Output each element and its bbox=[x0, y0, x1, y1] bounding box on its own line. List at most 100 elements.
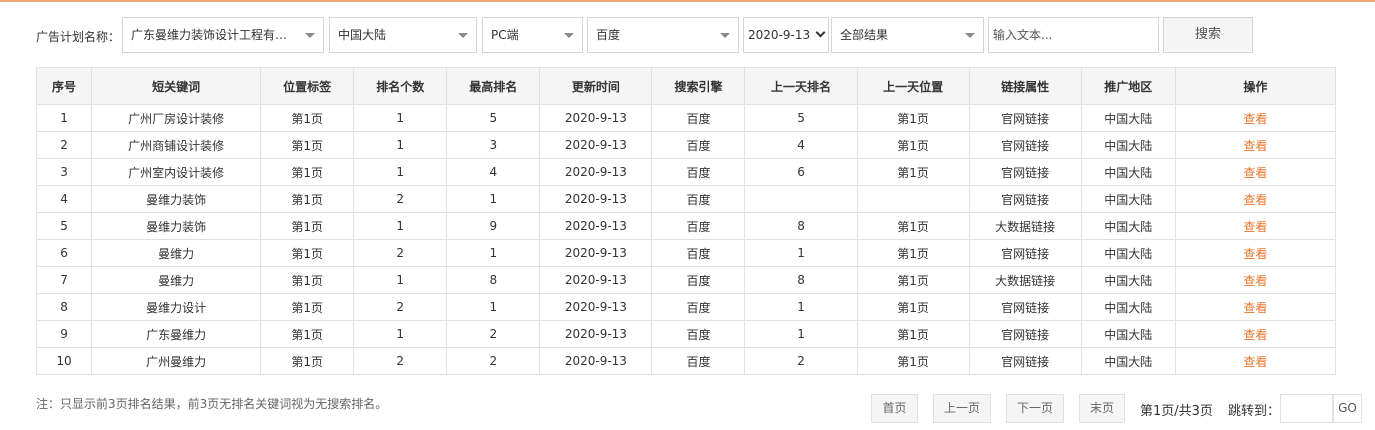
table-cell: 第1页 bbox=[260, 320, 355, 348]
view-link[interactable]: 查看 bbox=[1174, 131, 1337, 159]
device-select[interactable]: PC端 bbox=[482, 17, 583, 53]
table-cell: 2 bbox=[446, 347, 541, 375]
table-cell: 中国大陆 bbox=[1080, 320, 1176, 348]
view-link[interactable]: 查看 bbox=[1174, 104, 1337, 132]
table-cell: 大数据链接 bbox=[968, 266, 1082, 294]
last-page-button[interactable]: 末页 bbox=[1079, 394, 1125, 423]
table-cell: 中国大陆 bbox=[1080, 239, 1176, 267]
plan-select[interactable]: 广东曼维力装饰设计工程有限... bbox=[122, 17, 324, 53]
table-cell: 9 bbox=[446, 212, 541, 240]
table-row: 7 曼维力 第1页 1 8 2020-9-13 百度 8 第1页 大数据链接 中国大陆 查看 bbox=[35, 266, 1337, 294]
table-cell: 1 bbox=[744, 320, 858, 348]
result-select[interactable]: 全部结果 bbox=[831, 17, 984, 53]
table-cell: 5 bbox=[35, 212, 93, 240]
ranking-table: 序号 短关键词 位置标签 排名个数 最高排名 更新时间 搜索引擎 上一天排名 上一天位置 链接属性… bbox=[35, 67, 1337, 375]
table-cell: 第1页 bbox=[856, 104, 970, 132]
table-cell: 8 bbox=[35, 293, 93, 321]
column-header: 更新时间 bbox=[539, 67, 653, 105]
chevron-down-icon bbox=[720, 33, 730, 38]
table-cell: 3 bbox=[446, 131, 541, 159]
view-link[interactable]: 查看 bbox=[1174, 158, 1337, 186]
device-select-value: PC端 bbox=[491, 28, 519, 42]
search-button[interactable]: 搜索 bbox=[1163, 17, 1253, 53]
engine-select[interactable]: 百度 bbox=[587, 17, 739, 53]
table-cell: 6 bbox=[744, 158, 858, 186]
table-cell: 2020-9-13 bbox=[539, 104, 653, 132]
chevron-down-icon bbox=[965, 33, 975, 38]
table-cell: 1 bbox=[353, 266, 448, 294]
table-cell: 百度 bbox=[651, 158, 746, 186]
search-input[interactable]: 输入文本... bbox=[988, 17, 1159, 53]
table-row: 1 广州厂房设计装修 第1页 1 5 2020-9-13 百度 5 第1页 官网链接 中国大陆 查看 bbox=[35, 104, 1337, 132]
table-cell: 第1页 bbox=[260, 104, 355, 132]
table-cell: 2 bbox=[353, 239, 448, 267]
table-cell: 1 bbox=[446, 239, 541, 267]
table-cell: 2 bbox=[353, 185, 448, 213]
table-cell: 官网链接 bbox=[968, 347, 1082, 375]
column-header: 推广地区 bbox=[1080, 67, 1176, 105]
view-link[interactable]: 查看 bbox=[1174, 320, 1337, 348]
table-cell: 第1页 bbox=[856, 212, 970, 240]
first-page-button[interactable]: 首页 bbox=[871, 394, 918, 423]
footnote: 注：只显示前3页排名结果，前3页无排名关键词视为无搜索排名。 bbox=[36, 397, 388, 411]
table-cell: 1 bbox=[35, 104, 93, 132]
table-cell: 8 bbox=[744, 266, 858, 294]
chevron-down-icon bbox=[815, 27, 826, 38]
table-cell: 百度 bbox=[651, 104, 746, 132]
jump-page-input[interactable] bbox=[1280, 394, 1333, 423]
table-cell: 第1页 bbox=[260, 158, 355, 186]
view-link[interactable]: 查看 bbox=[1174, 293, 1337, 321]
prev-page-button[interactable]: 上一页 bbox=[933, 394, 991, 423]
table-cell: 1 bbox=[744, 239, 858, 267]
table-cell: 曼维力装饰 bbox=[91, 185, 262, 213]
table-cell: 广东曼维力 bbox=[91, 320, 262, 348]
table-cell: 2 bbox=[744, 347, 858, 375]
table-cell: 广州商铺设计装修 bbox=[91, 131, 262, 159]
table-cell: 8 bbox=[446, 266, 541, 294]
jump-label: 跳转到： bbox=[1228, 404, 1281, 419]
table-row: 3 广州室内设计装修 第1页 1 4 2020-9-13 百度 6 第1页 官网链接 中国大陆 查看 bbox=[35, 158, 1337, 186]
table-cell: 第1页 bbox=[260, 185, 355, 213]
region-select[interactable]: 中国大陆 bbox=[329, 17, 477, 53]
view-link[interactable]: 查看 bbox=[1174, 212, 1337, 240]
table-body: 1 广州厂房设计装修 第1页 1 5 2020-9-13 百度 5 第1页 官网链接 中国大陆 查看 2… bbox=[35, 104, 1337, 375]
table-cell: 第1页 bbox=[260, 266, 355, 294]
table-cell: 中国大陆 bbox=[1080, 266, 1176, 294]
table-cell: 百度 bbox=[651, 185, 746, 213]
table-cell: 官网链接 bbox=[968, 104, 1082, 132]
table-row: 4 曼维力装饰 第1页 2 1 2020-9-13 百度 官网链接 中国大陆 查看 bbox=[35, 185, 1337, 213]
table-cell: 官网链接 bbox=[968, 239, 1082, 267]
table-cell: 官网链接 bbox=[968, 185, 1082, 213]
chevron-down-icon bbox=[564, 33, 574, 38]
table-row: 8 曼维力设计 第1页 2 1 2020-9-13 百度 1 第1页 官网链接 中国大陆 查看 bbox=[35, 293, 1337, 321]
table-cell: 官网链接 bbox=[968, 293, 1082, 321]
chevron-down-icon bbox=[458, 33, 468, 38]
view-link[interactable]: 查看 bbox=[1174, 347, 1337, 375]
table-cell: 第1页 bbox=[856, 131, 970, 159]
table-cell: 2 bbox=[353, 347, 448, 375]
table-cell: 中国大陆 bbox=[1080, 212, 1176, 240]
view-link[interactable]: 查看 bbox=[1174, 266, 1337, 294]
table-cell: 6 bbox=[35, 239, 93, 267]
table-cell: 10 bbox=[35, 347, 93, 375]
view-link[interactable]: 查看 bbox=[1174, 185, 1337, 213]
table-row: 5 曼维力装饰 第1页 1 9 2020-9-13 百度 8 第1页 大数据链接 中国大陆 查看 bbox=[35, 212, 1337, 240]
table-header-row: 序号 短关键词 位置标签 排名个数 最高排名 更新时间 搜索引擎 上一天排名 上一天位置 链接属性… bbox=[35, 67, 1337, 105]
table-cell: 百度 bbox=[651, 212, 746, 240]
go-button[interactable]: GO bbox=[1333, 394, 1362, 423]
table-cell: 1 bbox=[353, 320, 448, 348]
table-cell: 官网链接 bbox=[968, 131, 1082, 159]
table-cell: 2020-9-13 bbox=[539, 131, 653, 159]
table-cell: 第1页 bbox=[260, 347, 355, 375]
table-cell: 5 bbox=[744, 104, 858, 132]
table-cell: 2020-9-13 bbox=[539, 239, 653, 267]
table-cell: 百度 bbox=[651, 131, 746, 159]
engine-select-value: 百度 bbox=[596, 28, 621, 42]
view-link[interactable]: 查看 bbox=[1174, 239, 1337, 267]
date-select[interactable]: 2020-9-13 bbox=[743, 17, 829, 53]
column-header: 排名个数 bbox=[353, 67, 448, 105]
table-cell: 中国大陆 bbox=[1080, 185, 1176, 213]
next-page-button[interactable]: 下一页 bbox=[1006, 394, 1064, 423]
table-cell: 2 bbox=[35, 131, 93, 159]
table-cell: 1 bbox=[744, 293, 858, 321]
